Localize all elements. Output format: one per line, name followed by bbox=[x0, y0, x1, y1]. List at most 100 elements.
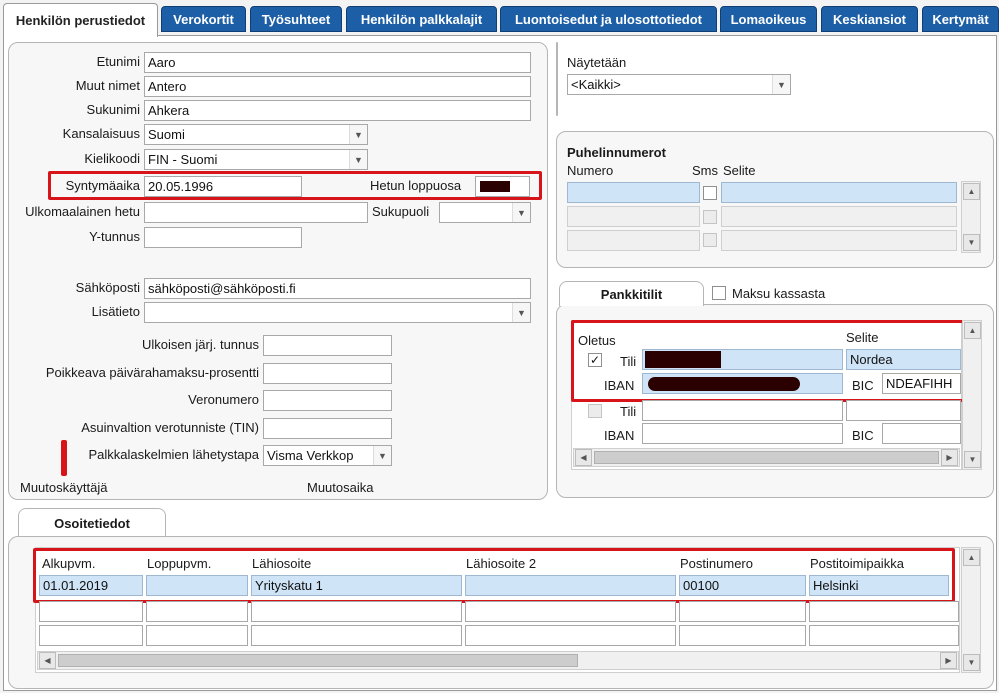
naytetaan-select[interactable]: <Kaikki> ▼ bbox=[567, 74, 791, 95]
etunimi-label: Etunimi bbox=[96, 54, 140, 69]
phones-scrollbar[interactable]: ▲ ▼ bbox=[961, 181, 981, 253]
kansalaisuus-select[interactable]: Suomi ▼ bbox=[144, 124, 368, 145]
triangle-right-icon[interactable]: ▶ bbox=[941, 449, 958, 466]
lisatieto-select[interactable]: ▼ bbox=[144, 302, 531, 323]
alkupvm-field[interactable] bbox=[39, 625, 143, 646]
asuinvaltion-label: Asuinvaltion verotunniste (TIN) bbox=[81, 420, 259, 435]
ulkomaalainen-hetu-label: Ulkomaalainen hetu bbox=[25, 204, 140, 219]
tab-henkilon-palkkalajit[interactable]: Henkilön palkkalajit bbox=[346, 6, 497, 32]
poikkeava-field[interactable] bbox=[263, 363, 392, 384]
default-account-checkbox[interactable] bbox=[588, 404, 602, 418]
tab-osoitetiedot[interactable]: Osoitetiedot bbox=[18, 508, 166, 538]
iban-field[interactable] bbox=[642, 423, 843, 444]
triangle-right-icon[interactable]: ▶ bbox=[940, 652, 957, 669]
tab-henkilon-perustiedot[interactable]: Henkilön perustiedot bbox=[3, 3, 158, 37]
ytunnus-label: Y-tunnus bbox=[89, 229, 140, 244]
lahiosoite2-field[interactable] bbox=[465, 601, 676, 622]
muut-nimet-field[interactable]: Antero bbox=[144, 76, 531, 97]
chevron-down-icon[interactable]: ▼ bbox=[512, 303, 530, 322]
tab-luontoisedut[interactable]: Luontoisedut ja ulosottotiedot bbox=[500, 6, 717, 32]
address-hscrollbar[interactable]: ◀ ▶ bbox=[37, 651, 959, 670]
veronumero-field[interactable] bbox=[263, 390, 392, 411]
tab-kertymat[interactable]: Kertymät bbox=[922, 6, 999, 32]
kielikoodi-label: Kielikoodi bbox=[84, 151, 140, 166]
sms-checkbox[interactable] bbox=[703, 210, 717, 224]
sukunimi-field[interactable]: Ahkera bbox=[144, 100, 531, 121]
triangle-down-icon[interactable]: ▼ bbox=[964, 451, 981, 468]
lahetystapa-select[interactable]: Visma Verkkop ▼ bbox=[263, 445, 392, 466]
ytunnus-field[interactable] bbox=[144, 227, 302, 248]
bank-vscrollbar[interactable]: ▲ ▼ bbox=[962, 320, 982, 470]
triangle-down-icon[interactable]: ▼ bbox=[963, 654, 980, 671]
phone-number-field[interactable] bbox=[567, 230, 700, 251]
loppupvm-field[interactable] bbox=[146, 625, 248, 646]
postinumero-field[interactable] bbox=[679, 625, 806, 646]
sahkoposti-label: Sähköposti bbox=[75, 280, 140, 295]
tab-tyosuhteet[interactable]: Työsuhteet bbox=[250, 6, 342, 32]
tab-bar: Henkilön perustiedot Verokortit Työsuhte… bbox=[0, 0, 999, 37]
triangle-up-icon[interactable]: ▲ bbox=[963, 183, 980, 200]
highlight-box bbox=[33, 548, 955, 603]
scroll-thumb[interactable] bbox=[58, 654, 578, 667]
veronumero-label: Veronumero bbox=[188, 392, 259, 407]
phones-col-sms: Sms bbox=[692, 163, 718, 178]
phone-selite-field[interactable] bbox=[721, 182, 957, 203]
ulkomaalainen-hetu-field[interactable] bbox=[144, 202, 368, 223]
chevron-down-icon[interactable]: ▼ bbox=[772, 75, 790, 94]
triangle-up-icon[interactable]: ▲ bbox=[963, 549, 980, 566]
lahiosoite2-field[interactable] bbox=[465, 625, 676, 646]
kielikoodi-select[interactable]: FIN - Suomi ▼ bbox=[144, 149, 368, 170]
bank-selite-field[interactable] bbox=[846, 400, 961, 421]
sahkoposti-field[interactable]: sähköposti@sähköposti.fi bbox=[144, 278, 531, 299]
sukupuoli-select[interactable]: ▼ bbox=[439, 202, 531, 223]
alkupvm-field[interactable] bbox=[39, 601, 143, 622]
tab-keskiansiot[interactable]: Keskiansiot bbox=[821, 6, 918, 32]
tab-lomaoikeus[interactable]: Lomaoikeus bbox=[720, 6, 817, 32]
naytetaan-label: Näytetään bbox=[567, 55, 627, 70]
ulkoisen-tunnus-field[interactable] bbox=[263, 335, 392, 356]
lisatieto-label: Lisätieto bbox=[91, 304, 140, 319]
lahiosoite-field[interactable] bbox=[251, 625, 462, 646]
tab-verokortit[interactable]: Verokortit bbox=[161, 6, 246, 32]
chevron-down-icon[interactable]: ▼ bbox=[373, 446, 391, 465]
phone-selite-field[interactable] bbox=[721, 206, 957, 227]
postitoimipaikka-field[interactable] bbox=[809, 601, 959, 622]
tili-field[interactable] bbox=[642, 400, 843, 421]
muutoskayttaja-label: Muutoskäyttäjä bbox=[20, 480, 108, 495]
sukunimi-label: Sukunimi bbox=[86, 102, 140, 117]
sukupuoli-label: Sukupuoli bbox=[372, 204, 430, 219]
phone-selite-field[interactable] bbox=[721, 230, 957, 251]
bank-hscrollbar[interactable]: ◀ ▶ bbox=[573, 448, 960, 467]
sms-checkbox[interactable] bbox=[703, 233, 717, 247]
highlight-box bbox=[48, 171, 542, 200]
chevron-down-icon[interactable]: ▼ bbox=[349, 125, 367, 144]
scroll-thumb[interactable] bbox=[594, 451, 939, 464]
postinumero-field[interactable] bbox=[679, 601, 806, 622]
chevron-down-icon[interactable]: ▼ bbox=[349, 150, 367, 169]
highlight-box bbox=[61, 440, 67, 476]
triangle-down-icon[interactable]: ▼ bbox=[963, 234, 980, 251]
lahetystapa-label: Palkkalaskelmien lähetystapa bbox=[88, 447, 259, 462]
phones-col-numero: Numero bbox=[567, 163, 614, 178]
postitoimipaikka-field[interactable] bbox=[809, 625, 959, 646]
triangle-left-icon[interactable]: ◀ bbox=[575, 449, 592, 466]
chevron-down-icon[interactable]: ▼ bbox=[512, 203, 530, 222]
triangle-up-icon[interactable]: ▲ bbox=[964, 322, 981, 339]
lahiosoite-field[interactable] bbox=[251, 601, 462, 622]
asuinvaltion-field[interactable] bbox=[263, 418, 392, 439]
loppupvm-field[interactable] bbox=[146, 601, 248, 622]
kansalaisuus-value: Suomi bbox=[148, 127, 185, 142]
phone-number-field[interactable] bbox=[567, 206, 700, 227]
phone-number-field[interactable] bbox=[567, 182, 700, 203]
address-vscrollbar[interactable]: ▲ ▼ bbox=[961, 547, 981, 673]
etunimi-field[interactable]: Aaro bbox=[144, 52, 531, 73]
bic-field[interactable] bbox=[882, 423, 961, 444]
triangle-left-icon[interactable]: ◀ bbox=[39, 652, 56, 669]
muutosaika-label: Muutosaika bbox=[307, 480, 374, 495]
highlight-box bbox=[571, 320, 967, 402]
naytetaan-value: <Kaikki> bbox=[571, 77, 621, 92]
tili-label: Tili bbox=[620, 404, 637, 419]
maksu-kassasta-checkbox[interactable] bbox=[712, 286, 726, 300]
sms-checkbox[interactable] bbox=[703, 186, 717, 200]
tab-pankkitilit[interactable]: Pankkitilit bbox=[559, 281, 704, 306]
